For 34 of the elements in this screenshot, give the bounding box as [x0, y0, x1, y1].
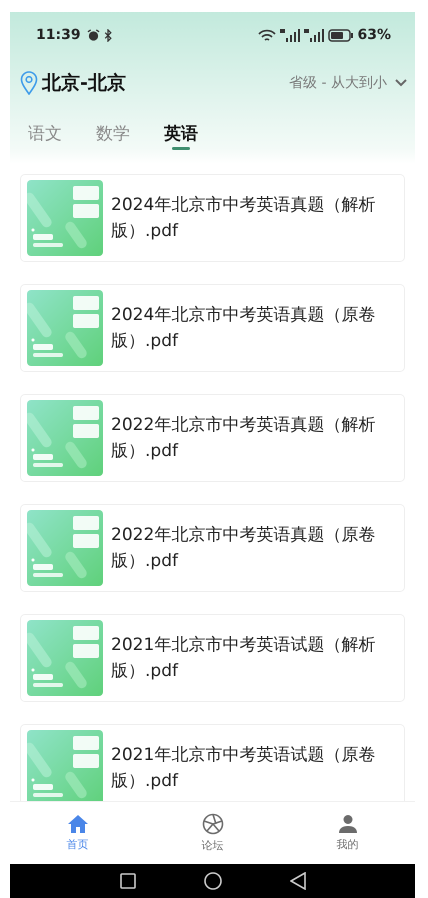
wifi-icon — [258, 28, 276, 42]
location-title[interactable]: 北京-北京 — [42, 70, 126, 96]
file-card[interactable]: 2022年北京市中考英语真题（解析版）.pdf — [20, 394, 405, 482]
recents-icon[interactable] — [120, 873, 136, 889]
chevron-down-icon — [395, 79, 407, 87]
nav-tab[interactable]: 论坛 — [145, 802, 280, 864]
file-card[interactable]: 2021年北京市中考英语试题（原卷版）.pdf — [20, 724, 405, 801]
subject-tab[interactable]: 英语 — [164, 116, 198, 150]
sort-dropdown[interactable]: 省级 - 从大到小 — [289, 74, 407, 92]
file-title: 2024年北京市中考英语真题（解析版）.pdf — [111, 194, 376, 243]
file-title: 2022年北京市中考英语真题（解析版）.pdf — [111, 414, 376, 463]
file-title: 2021年北京市中考英语试题（解析版）.pdf — [111, 634, 376, 683]
home-circle-icon[interactable] — [204, 872, 222, 890]
person-icon — [338, 814, 358, 834]
aperture-icon — [202, 813, 224, 835]
file-card[interactable]: 2024年北京市中考英语真题（解析版）.pdf — [20, 174, 405, 262]
file-card[interactable]: 2021年北京市中考英语试题（解析版）.pdf — [20, 614, 405, 702]
file-card[interactable]: 2024年北京市中考英语真题（原卷版）.pdf — [20, 284, 405, 372]
file-title: 2024年北京市中考英语真题（原卷版）.pdf — [111, 304, 376, 353]
back-icon[interactable] — [290, 872, 306, 890]
status-time: 11:39 — [36, 27, 81, 43]
location-pin-icon — [20, 71, 38, 95]
signal-icon — [280, 28, 300, 42]
nav-tab[interactable]: 首页 — [10, 802, 145, 864]
file-card[interactable]: 2022年北京市中考英语真题（原卷版）.pdf — [20, 504, 405, 592]
signal-icon — [304, 28, 324, 42]
battery-icon — [328, 28, 354, 42]
bluetooth-icon — [104, 28, 112, 42]
home-icon — [66, 814, 88, 834]
file-title: 2021年北京市中考英语试题（原卷版）.pdf — [111, 744, 376, 793]
alarm-icon — [86, 28, 100, 42]
battery-level: 63% — [357, 27, 391, 43]
nav-tab[interactable]: 我的 — [280, 802, 415, 864]
file-title: 2022年北京市中考英语真题（原卷版）.pdf — [111, 524, 376, 573]
